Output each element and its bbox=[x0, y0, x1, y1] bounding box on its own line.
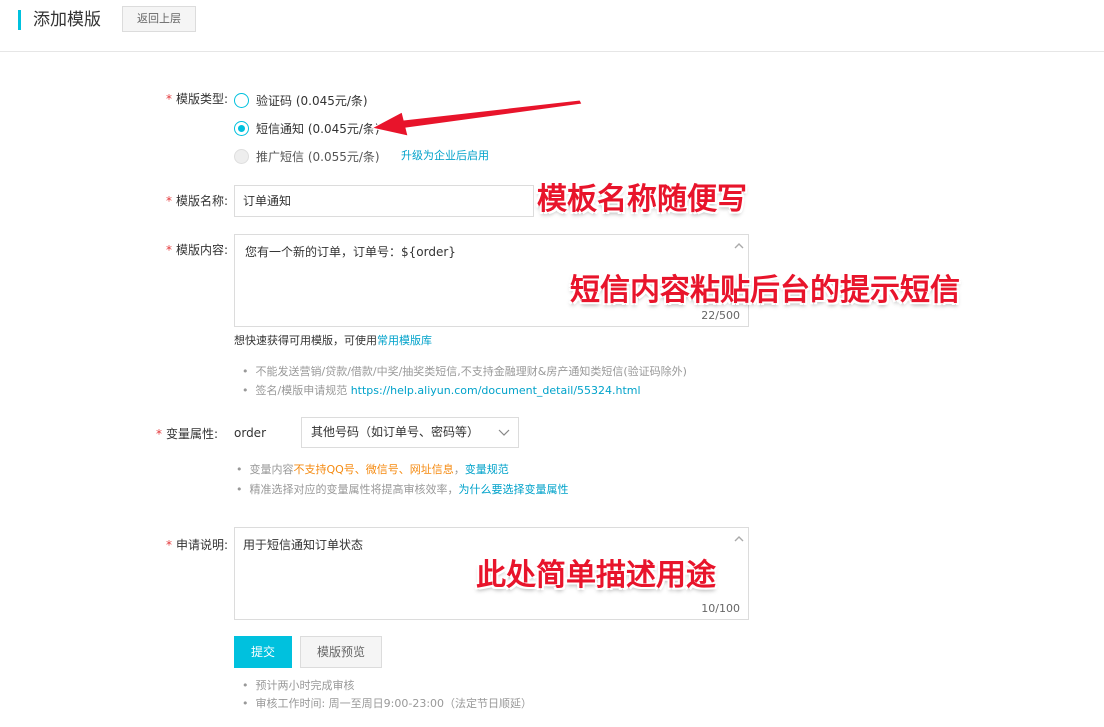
content-rule-1: • 不能发送营销/贷款/借款/中奖/抽奖类短信,不支持金融理财&房产通知类短信(… bbox=[242, 365, 687, 378]
chevron-down-icon bbox=[498, 429, 510, 436]
name-annotation: 模板名称随便写 bbox=[537, 182, 747, 217]
description-text: 用于短信通知订单状态 bbox=[243, 538, 364, 552]
description-char-counter: 10/100 bbox=[701, 602, 740, 615]
radio-promotion: 推广短信 (0.055元/条) bbox=[234, 147, 380, 165]
preview-button[interactable]: 模版预览 bbox=[300, 636, 382, 668]
title-accent-bar bbox=[18, 10, 21, 30]
radio-promotion-label: 推广短信 (0.055元/条) bbox=[256, 149, 380, 164]
footer-note-2: • 审核工作时间: 周一至周日9:00-23:00（法定节日顺延） bbox=[242, 697, 533, 710]
quick-template-hint: 想快速获得可用模版，可使用常用模版库 bbox=[234, 334, 432, 347]
content-rule-2: • 签名/模版申请规范 https://help.aliyun.com/docu… bbox=[242, 384, 641, 397]
content-text: 您有一个新的订单，订单号：${order} bbox=[245, 245, 456, 259]
submit-button[interactable]: 提交 bbox=[234, 636, 292, 668]
variable-type-value: 其他号码（如订单号、密码等） bbox=[311, 425, 480, 439]
radio-disabled-icon bbox=[234, 148, 249, 164]
name-label: * 模版名称: bbox=[165, 194, 228, 208]
scroll-up-icon[interactable] bbox=[734, 241, 744, 251]
page-header: 添加模版 返回上层 bbox=[0, 0, 1104, 52]
template-library-link[interactable]: 常用模版库 bbox=[377, 334, 432, 347]
type-label: * 模版类型: bbox=[165, 92, 228, 106]
variable-label: * 变量属性: bbox=[155, 427, 218, 441]
variable-type-select[interactable]: 其他号码（如订单号、密码等） bbox=[301, 417, 519, 448]
scroll-up-icon[interactable] bbox=[734, 534, 744, 544]
variable-hint-1: • 变量内容不支持QQ号、微信号、网址信息，变量规范 bbox=[236, 463, 509, 476]
description-label: * 申请说明: bbox=[165, 538, 228, 552]
description-annotation: 此处简单描述用途 bbox=[476, 558, 716, 593]
content-char-counter: 22/500 bbox=[701, 309, 740, 322]
radio-notification[interactable]: 短信通知 (0.045元/条) bbox=[234, 119, 380, 137]
content-label: * 模版内容: bbox=[165, 243, 228, 257]
arrow-annotation-icon bbox=[370, 99, 583, 137]
variable-rules-link[interactable]: 变量规范 bbox=[465, 463, 509, 476]
content-annotation: 短信内容粘贴后台的提示短信 bbox=[570, 273, 960, 308]
upgrade-link[interactable]: 升级为企业后启用 bbox=[401, 147, 489, 163]
radio-verify-code[interactable]: 验证码 (0.045元/条) bbox=[234, 91, 368, 109]
radio-checked-icon bbox=[234, 120, 249, 136]
template-name-input[interactable]: 订单通知 bbox=[234, 185, 534, 217]
footer-note-1: • 预计两小时完成审核 bbox=[242, 679, 355, 692]
variable-hint-2: • 精准选择对应的变量属性将提高审核效率，为什么要选择变量属性 bbox=[236, 483, 569, 496]
why-variable-link[interactable]: 为什么要选择变量属性 bbox=[458, 483, 568, 496]
radio-verify-code-label: 验证码 (0.045元/条) bbox=[256, 93, 368, 108]
rule-doc-link[interactable]: https://help.aliyun.com/document_detail/… bbox=[351, 384, 641, 397]
radio-unchecked-icon bbox=[234, 92, 249, 108]
radio-notification-label: 短信通知 (0.045元/条) bbox=[256, 121, 380, 136]
back-button[interactable]: 返回上层 bbox=[122, 6, 196, 32]
page-title: 添加模版 bbox=[33, 10, 101, 30]
variable-name: order bbox=[234, 426, 266, 440]
